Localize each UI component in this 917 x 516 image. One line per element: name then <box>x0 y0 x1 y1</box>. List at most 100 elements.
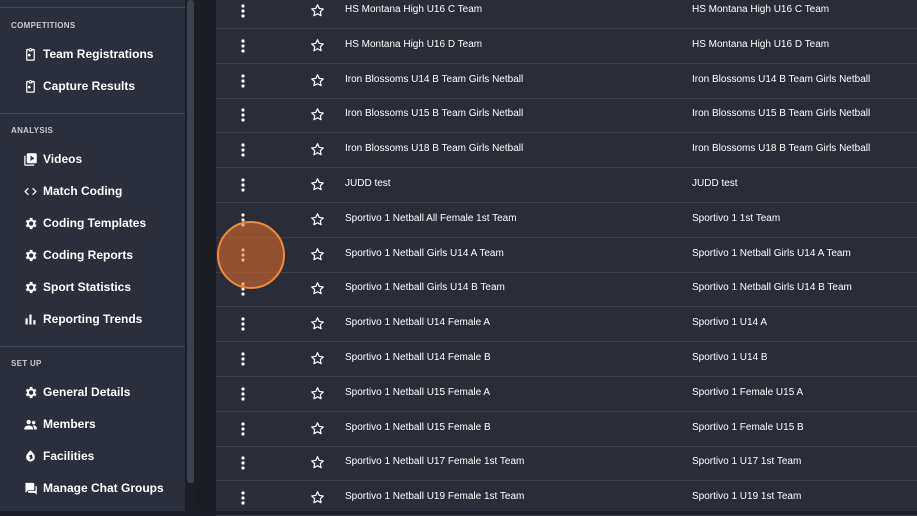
people-icon <box>22 416 38 432</box>
gear-icon <box>22 279 38 295</box>
team-name-cell: Iron Blossoms U15 B Team Girls Netball <box>345 108 524 120</box>
team-name-cell: Sportivo 1 Netball U14 Female B <box>345 352 491 363</box>
sidebar-item-coding-reports[interactable]: Coding Reports <box>0 240 185 270</box>
table-row[interactable]: HS Montana High U16 D Team HS Montana Hig… <box>216 29 917 64</box>
more-vert-icon[interactable] <box>238 141 248 159</box>
sidebar-item-label: Videos <box>43 152 83 166</box>
sidebar-item-coding-templates[interactable]: Coding Templates <box>0 208 185 238</box>
table-row[interactable]: Sportivo 1 Netball U15 Female A Sportivo … <box>216 377 917 412</box>
table-row[interactable]: Iron Blossoms U15 B Team Girls Netball Ir… <box>216 98 917 134</box>
layout-gutter <box>194 0 216 511</box>
table-row[interactable]: Sportivo 1 Netball U14 Female A Sportivo … <box>216 307 917 343</box>
more-vert-icon[interactable] <box>238 72 248 90</box>
table-row[interactable]: Iron Blossoms U14 B Team Girls Netball Ir… <box>216 64 917 99</box>
more-vert-icon[interactable] <box>238 420 248 438</box>
sidebar-item-general-details[interactable]: General Details <box>0 377 185 407</box>
star-icon[interactable] <box>310 247 326 263</box>
table-row[interactable]: Sportivo 1 Netball U14 Female B Sportivo … <box>216 342 917 377</box>
sidebar-item-facilities[interactable]: Facilities <box>0 441 185 471</box>
team-name-cell: HS Montana High U16 D Team <box>345 38 483 50</box>
gear-icon <box>22 247 38 263</box>
team-short-name-cell: Sportivo 1 1st Team <box>692 212 781 224</box>
facility-icon <box>22 448 38 464</box>
team-short-name-cell: Iron Blossoms U18 B Team Girls Netball <box>692 143 871 155</box>
sidebar: COMPETITIONS Team Registrations Capture … <box>0 0 185 511</box>
star-icon[interactable] <box>310 421 326 437</box>
sidebar-item-team-registrations[interactable]: Team Registrations <box>0 39 185 69</box>
star-icon[interactable] <box>310 107 326 123</box>
more-vert-icon[interactable] <box>238 454 248 472</box>
section-label-competitions: COMPETITIONS <box>11 21 76 30</box>
sidebar-item-manage-chat-groups[interactable]: Manage Chat Groups <box>0 473 185 503</box>
table-row[interactable]: HS Montana High U16 C Team HS Montana Hig… <box>216 0 917 29</box>
sidebar-item-reporting-trends[interactable]: Reporting Trends <box>0 304 185 334</box>
gear-icon <box>22 384 38 400</box>
star-icon[interactable] <box>310 386 326 402</box>
team-short-name-cell: JUDD test <box>692 178 738 189</box>
more-vert-icon[interactable] <box>238 37 248 55</box>
more-vert-icon[interactable] <box>238 315 248 333</box>
team-short-name-cell: Sportivo 1 Female U15 A <box>692 386 804 398</box>
team-short-name-cell: Iron Blossoms U15 B Team Girls Netball <box>692 108 871 120</box>
team-name-cell: Sportivo 1 Netball Girls U14 B Team <box>345 282 505 294</box>
team-short-name-cell: Sportivo 1 Netball Girls U14 A Team <box>692 247 851 259</box>
sidebar-item-label: Team Registrations <box>43 47 154 61</box>
table-row[interactable]: Sportivo 1 Netball U15 Female B Sportivo … <box>216 412 917 447</box>
sidebar-item-label: Manage Chat Groups <box>43 481 164 495</box>
team-name-cell: Sportivo 1 Netball U17 Female 1st Team <box>345 456 525 468</box>
star-icon[interactable] <box>310 490 326 506</box>
sidebar-item-label: Facilities <box>43 449 95 463</box>
table-row[interactable]: JUDD test JUDD test <box>216 168 917 203</box>
team-name-cell: Sportivo 1 Netball U14 Female A <box>345 317 491 329</box>
star-icon[interactable] <box>310 212 326 228</box>
star-icon[interactable] <box>310 281 326 297</box>
sidebar-divider <box>0 7 185 8</box>
table-row[interactable]: Iron Blossoms U18 B Team Girls Netball Ir… <box>216 133 917 169</box>
team-name-cell: HS Montana High U16 C Team <box>345 4 483 15</box>
team-name-cell: Sportivo 1 Netball U15 Female B <box>345 421 491 433</box>
table-row[interactable]: Sportivo 1 Netball Girls U14 B Team Sport… <box>216 272 917 308</box>
sidebar-item-label: Match Coding <box>43 184 123 198</box>
team-short-name-cell: Sportivo 1 Netball Girls U14 B Team <box>692 282 852 294</box>
sidebar-item-label: Members <box>43 417 96 431</box>
star-icon[interactable] <box>310 316 326 332</box>
sidebar-scrollbar[interactable] <box>187 0 194 483</box>
team-short-name-cell: Sportivo 1 U17 1st Team <box>692 456 802 468</box>
team-short-name-cell: Sportivo 1 U14 A <box>692 317 768 329</box>
more-vert-icon[interactable] <box>238 176 248 194</box>
star-icon[interactable] <box>310 38 326 54</box>
star-icon[interactable] <box>310 142 326 158</box>
more-vert-icon[interactable] <box>238 385 248 403</box>
team-name-cell: Iron Blossoms U14 B Team Girls Netball <box>345 73 524 85</box>
star-icon[interactable] <box>310 177 326 193</box>
sidebar-divider <box>0 113 185 114</box>
team-short-name-cell: Sportivo 1 U14 B <box>692 352 768 363</box>
table-row[interactable]: Sportivo 1 Netball U17 Female 1st Team Sp… <box>216 446 917 482</box>
team-short-name-cell: HS Montana High U16 D Team <box>692 38 830 50</box>
team-name-cell: Sportivo 1 Netball Girls U14 A Team <box>345 247 504 259</box>
team-name-cell: Sportivo 1 Netball All Female 1st Team <box>345 212 517 224</box>
sidebar-item-match-coding[interactable]: Match Coding <box>0 176 185 206</box>
team-name-cell: JUDD test <box>345 178 391 189</box>
more-vert-icon[interactable] <box>238 350 248 368</box>
click-indicator <box>217 221 285 289</box>
clipboard-icon <box>22 46 38 62</box>
team-short-name-cell: Sportivo 1 Female U15 B <box>692 421 804 433</box>
section-label-setup: SET UP <box>11 359 42 368</box>
team-name-cell: Iron Blossoms U18 B Team Girls Netball <box>345 143 524 155</box>
sidebar-item-videos[interactable]: Videos <box>0 144 185 174</box>
more-vert-icon[interactable] <box>238 2 248 20</box>
star-icon[interactable] <box>310 455 326 471</box>
star-icon[interactable] <box>310 3 326 19</box>
star-icon[interactable] <box>310 351 326 367</box>
clipboard-icon <box>22 78 38 94</box>
more-vert-icon[interactable] <box>238 489 248 507</box>
table-row[interactable]: Sportivo 1 Netball Girls U14 A Team Sport… <box>216 238 917 273</box>
sidebar-item-capture-results[interactable]: Capture Results <box>0 71 185 101</box>
table-row[interactable]: Sportivo 1 Netball All Female 1st Team Sp… <box>216 203 917 238</box>
sidebar-item-sport-statistics[interactable]: Sport Statistics <box>0 272 185 302</box>
more-vert-icon[interactable] <box>238 106 248 124</box>
sidebar-item-members[interactable]: Members <box>0 409 185 439</box>
bar-chart-icon <box>22 311 38 327</box>
star-icon[interactable] <box>310 73 326 89</box>
